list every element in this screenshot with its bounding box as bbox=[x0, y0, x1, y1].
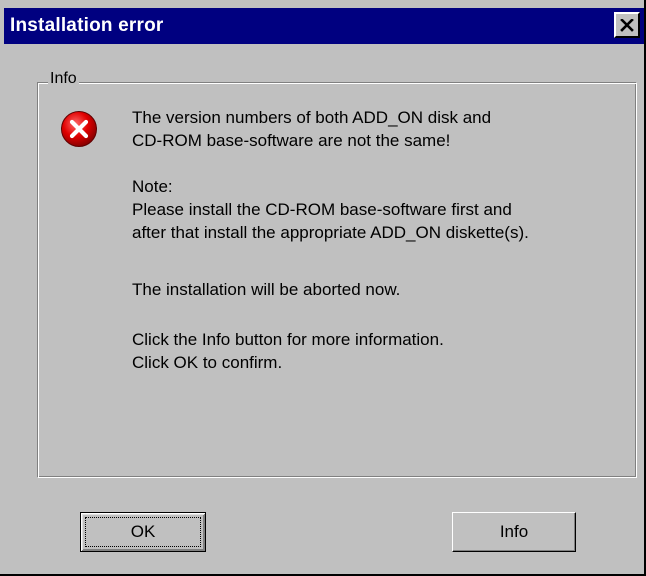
note-label: Note: bbox=[132, 177, 173, 196]
window-title: Installation error bbox=[10, 15, 164, 36]
dialog-window: Installation error Info The version numb… bbox=[0, 0, 646, 576]
note-line-1: Please install the CD-ROM base-software … bbox=[132, 200, 512, 219]
info-button-label: Info bbox=[499, 522, 529, 541]
info-button[interactable]: Info bbox=[452, 512, 576, 552]
message-line-1: The version numbers of both ADD_ON disk … bbox=[132, 108, 492, 127]
groupbox-label: Info bbox=[48, 70, 79, 88]
confirm-instruction: Click OK to confirm. bbox=[132, 353, 283, 372]
abort-message: The installation will be aborted now. bbox=[132, 280, 401, 299]
close-button[interactable] bbox=[614, 12, 640, 38]
focus-rectangle bbox=[85, 517, 201, 547]
title-bar[interactable]: Installation error bbox=[4, 8, 644, 44]
ok-button[interactable]: OK bbox=[80, 512, 206, 552]
info-instruction: Click the Info button for more informati… bbox=[132, 330, 444, 349]
note-line-2: after that install the appropriate ADD_O… bbox=[132, 223, 529, 242]
message-line-2: CD-ROM base-software are not the same! bbox=[132, 131, 451, 150]
close-icon bbox=[620, 18, 634, 32]
error-icon bbox=[61, 111, 97, 147]
